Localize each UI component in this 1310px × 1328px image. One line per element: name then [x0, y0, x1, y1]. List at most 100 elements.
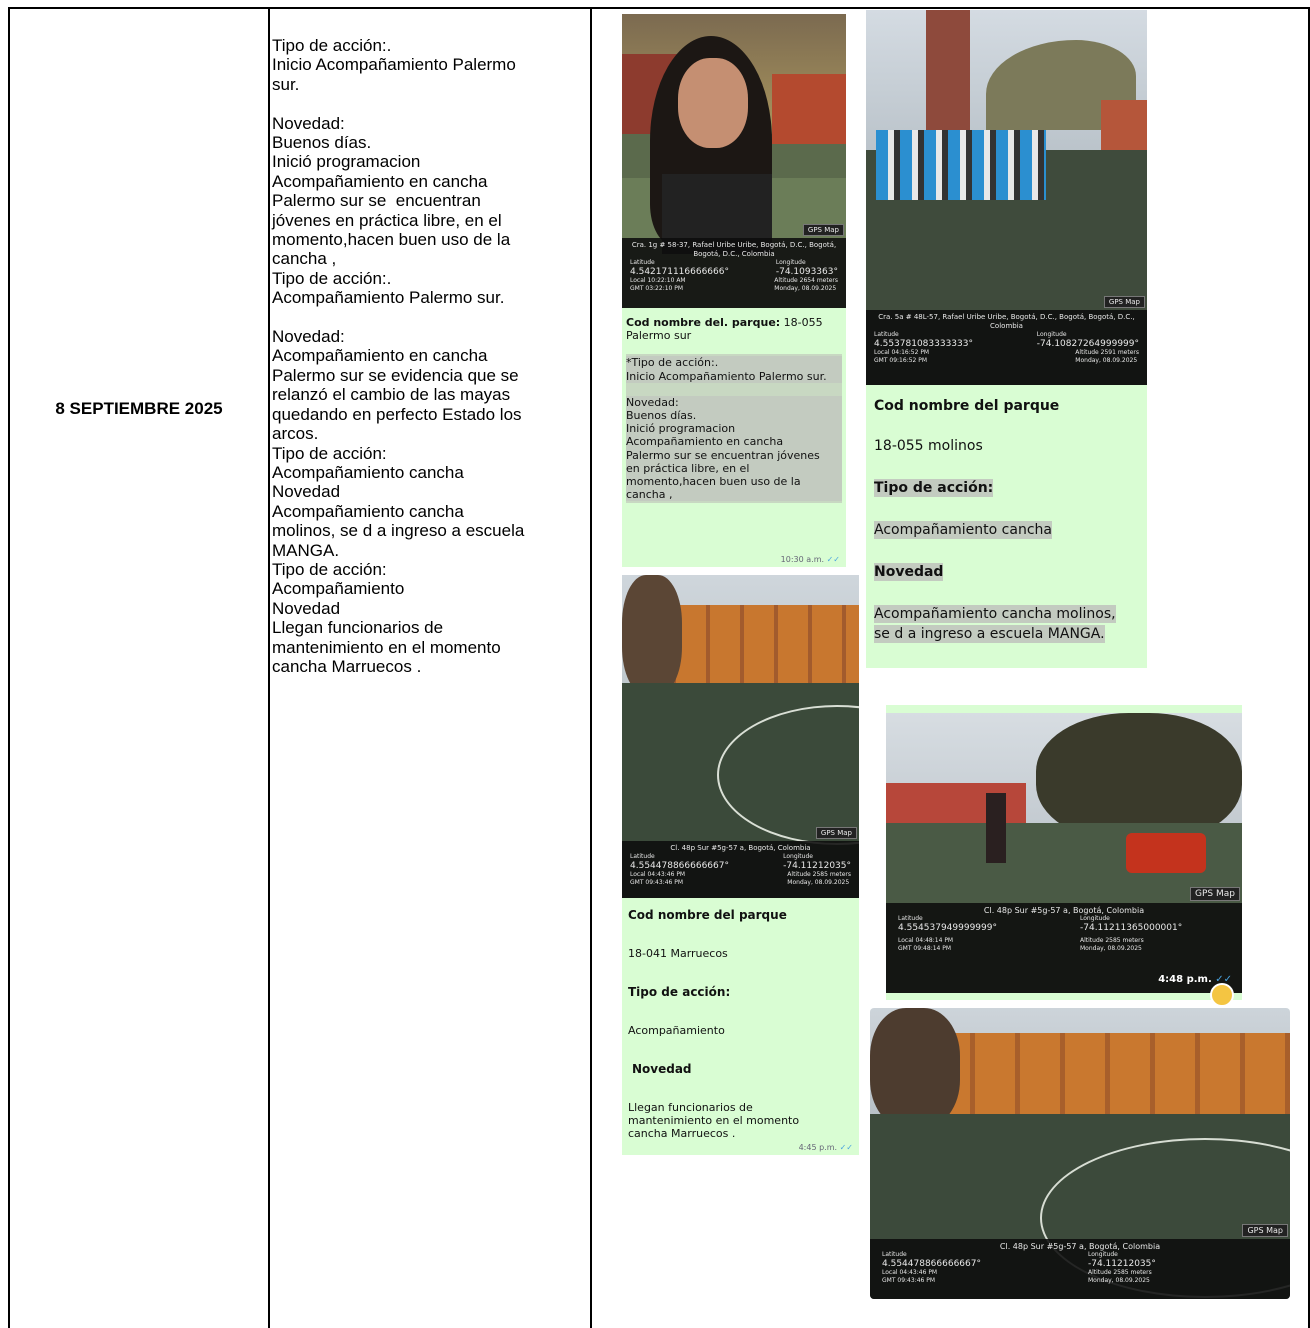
photo-team-molinos: Cra. 5a # 48L-57, Rafael Uribe Uribe, Bo… [866, 10, 1147, 385]
latitude-label: Latitude [630, 853, 655, 860]
latitude-value: 4.554537949999999° [898, 923, 997, 933]
note-line: cancha , [272, 249, 337, 269]
note-line: Tipo de acción:. [272, 36, 392, 55]
note-line: Novedad [272, 598, 341, 618]
gps-address: Cra. 5a # 48L-57, Rafael Uribe Uribe, Bo… [878, 313, 1135, 330]
column-divider [268, 7, 270, 1328]
longitude-label: Longitude [783, 853, 813, 860]
action-type: Acompañamiento [628, 1024, 725, 1037]
note-line: Palermo sur se encuentran [272, 191, 481, 211]
bubble-title: Cod nombre del. parque: [626, 316, 781, 329]
quoted-message: *Tipo de acción:. Inicio Acompañamiento … [626, 354, 842, 504]
note-line: cancha Marruecos . [272, 656, 422, 676]
latitude-label: Latitude [874, 331, 899, 338]
note-line: quedando en perfecto Estado los [272, 404, 522, 424]
note-line: Novedad [272, 482, 341, 502]
bubble-heading: Cod nombre del parque [628, 908, 787, 922]
note-line: Inició programacion [272, 152, 421, 172]
quoted-line: Acompañamiento en cancha [626, 435, 842, 449]
quoted-line: Buenos días. [626, 409, 842, 423]
note-line: Novedad: [272, 113, 345, 133]
note-line: Acompañamiento [272, 579, 405, 599]
altitude: Altitude 2585 meters [1088, 1269, 1152, 1276]
bubble-heading: Tipo de acción: [628, 985, 731, 999]
gmt-time: GMT 09:16:52 PM [874, 357, 928, 364]
notes-cell: Tipo de acción:. Inicio Acompañamiento P… [272, 36, 590, 676]
gps-map-badge: GPS Map [1190, 887, 1240, 901]
longitude-value: -74.1093363° [775, 267, 838, 277]
longitude-label: Longitude [1088, 1251, 1118, 1258]
gmt-time: GMT 09:48:14 PM [898, 945, 952, 952]
capture-date: Monday, 08.09.2025 [1080, 945, 1142, 952]
gps-address: Cl. 48p Sur #5g-57 a, Bogotá, Colombia [999, 1242, 1161, 1251]
quoted-line: cancha , [626, 488, 842, 502]
note-line [272, 94, 590, 113]
quoted-line [626, 383, 842, 396]
local-time: Local 04:48:14 PM [898, 937, 954, 944]
note-line: Acompañamiento cancha [272, 462, 464, 482]
latitude-label: Latitude [882, 1251, 907, 1258]
note-line: jóvenes en práctica libre, en el [272, 210, 502, 230]
longitude-value: -74.11212035° [783, 861, 851, 871]
chat-bubble-marruecos: Cod nombre del parque 18-041 Marruecos T… [622, 898, 859, 1155]
note-line: Tipo de acción: [272, 559, 387, 579]
quoted-line: Inicio Acompañamiento Palermo sur. [626, 369, 842, 383]
bubble-heading: Novedad [632, 1062, 692, 1076]
read-checks-icon: ✓✓ [826, 555, 840, 564]
quoted-line: Palermo sur se encuentran jóvenes [626, 448, 842, 462]
note-line: Acompañamiento cancha [272, 501, 464, 521]
novedad-text: se d a ingreso a escuela MANGA. [874, 625, 1105, 643]
note-line: Palermo sur se evidencia que se [272, 365, 519, 385]
chat-bubble-palermo: Cod nombre del. parque: 18-055 Palermo s… [622, 308, 846, 567]
chat-bubble-molinos: Cod nombre del parque 18-055 molinos Tip… [866, 385, 1147, 668]
note-line: Acompañamiento Palermo sur. [272, 288, 505, 308]
thumbs-up-reaction-icon [1210, 983, 1234, 1007]
novedad-text: Acompañamiento cancha molinos, [874, 605, 1116, 623]
gps-map-badge: GPS Map [802, 224, 844, 236]
gps-address: Cl. 48p Sur #5g-57 a, Bogotá, Colombia [983, 906, 1145, 915]
note-line: relanzó el cambio de las mayas [272, 385, 511, 405]
note-line: Tipo de acción:. [272, 268, 392, 288]
park-code: 18-055 molinos [874, 438, 983, 454]
note-line: molinos, se d a ingreso a escuela [272, 521, 525, 541]
latitude-label: Latitude [630, 259, 655, 266]
note-line: momento,hacen buen uso de la [272, 230, 511, 250]
latitude-value: 4.554478866666667° [882, 1259, 981, 1269]
note-line: sur. [272, 74, 300, 94]
longitude-value: -74.10827264999999° [1036, 339, 1139, 349]
latitude-value: 4.542171116666666° [630, 267, 729, 277]
note-line: Buenos días. [272, 133, 372, 153]
note-line: Llegan funcionarios de [272, 618, 444, 638]
altitude: Altitude 2585 meters [1080, 937, 1144, 944]
photo-selfie-palermo: Cra. 1g # 58-37, Rafael Uribe Uribe, Bog… [622, 14, 846, 308]
novedad-text: mantenimiento en el momento [628, 1114, 800, 1127]
bubble-heading: Novedad [874, 563, 944, 581]
note-line [272, 308, 590, 327]
message-time: 10:30 a.m. ✓✓ [780, 555, 840, 564]
note-line: Acompañamiento en cancha [272, 171, 488, 191]
bubble-heading: Cod nombre del parque [874, 398, 1060, 414]
date-cell: 8 SEPTIEMBRE 2025 [55, 399, 223, 418]
note-line: Inicio Acompañamiento Palermo [272, 55, 516, 75]
local-time: Local 04:16:52 PM [874, 349, 930, 356]
note-line: Tipo de acción: [272, 443, 387, 463]
column-divider [590, 7, 592, 1328]
local-time: Local 04:43:46 PM [882, 1269, 938, 1276]
note-line: MANGA. [272, 540, 340, 560]
capture-date: Monday, 08.09.2025 [1075, 357, 1138, 364]
action-type: Acompañamiento cancha [874, 521, 1052, 539]
novedad-text: Llegan funcionarios de [628, 1101, 753, 1114]
quoted-line: momento,hacen buen uso de la [626, 475, 842, 489]
park-code: 18-041 Marruecos [628, 947, 728, 960]
gps-map-badge: GPS Map [815, 827, 857, 839]
gps-map-badge: GPS Map [1242, 1224, 1288, 1237]
gps-map-badge: GPS Map [1103, 296, 1145, 308]
bubble-title-code: 18-055 [780, 316, 823, 329]
altitude: Altitude 2591 meters [1075, 349, 1139, 356]
bubble-park-name: Palermo sur [626, 329, 692, 343]
longitude-label: Longitude [1036, 331, 1067, 338]
latitude-value: 4.554478866666667° [630, 861, 729, 871]
local-time: Local 10:22:10 AM [630, 277, 686, 284]
capture-date: Monday, 08.09.2025 [774, 285, 837, 292]
novedad-text: cancha Marruecos . [628, 1127, 736, 1140]
